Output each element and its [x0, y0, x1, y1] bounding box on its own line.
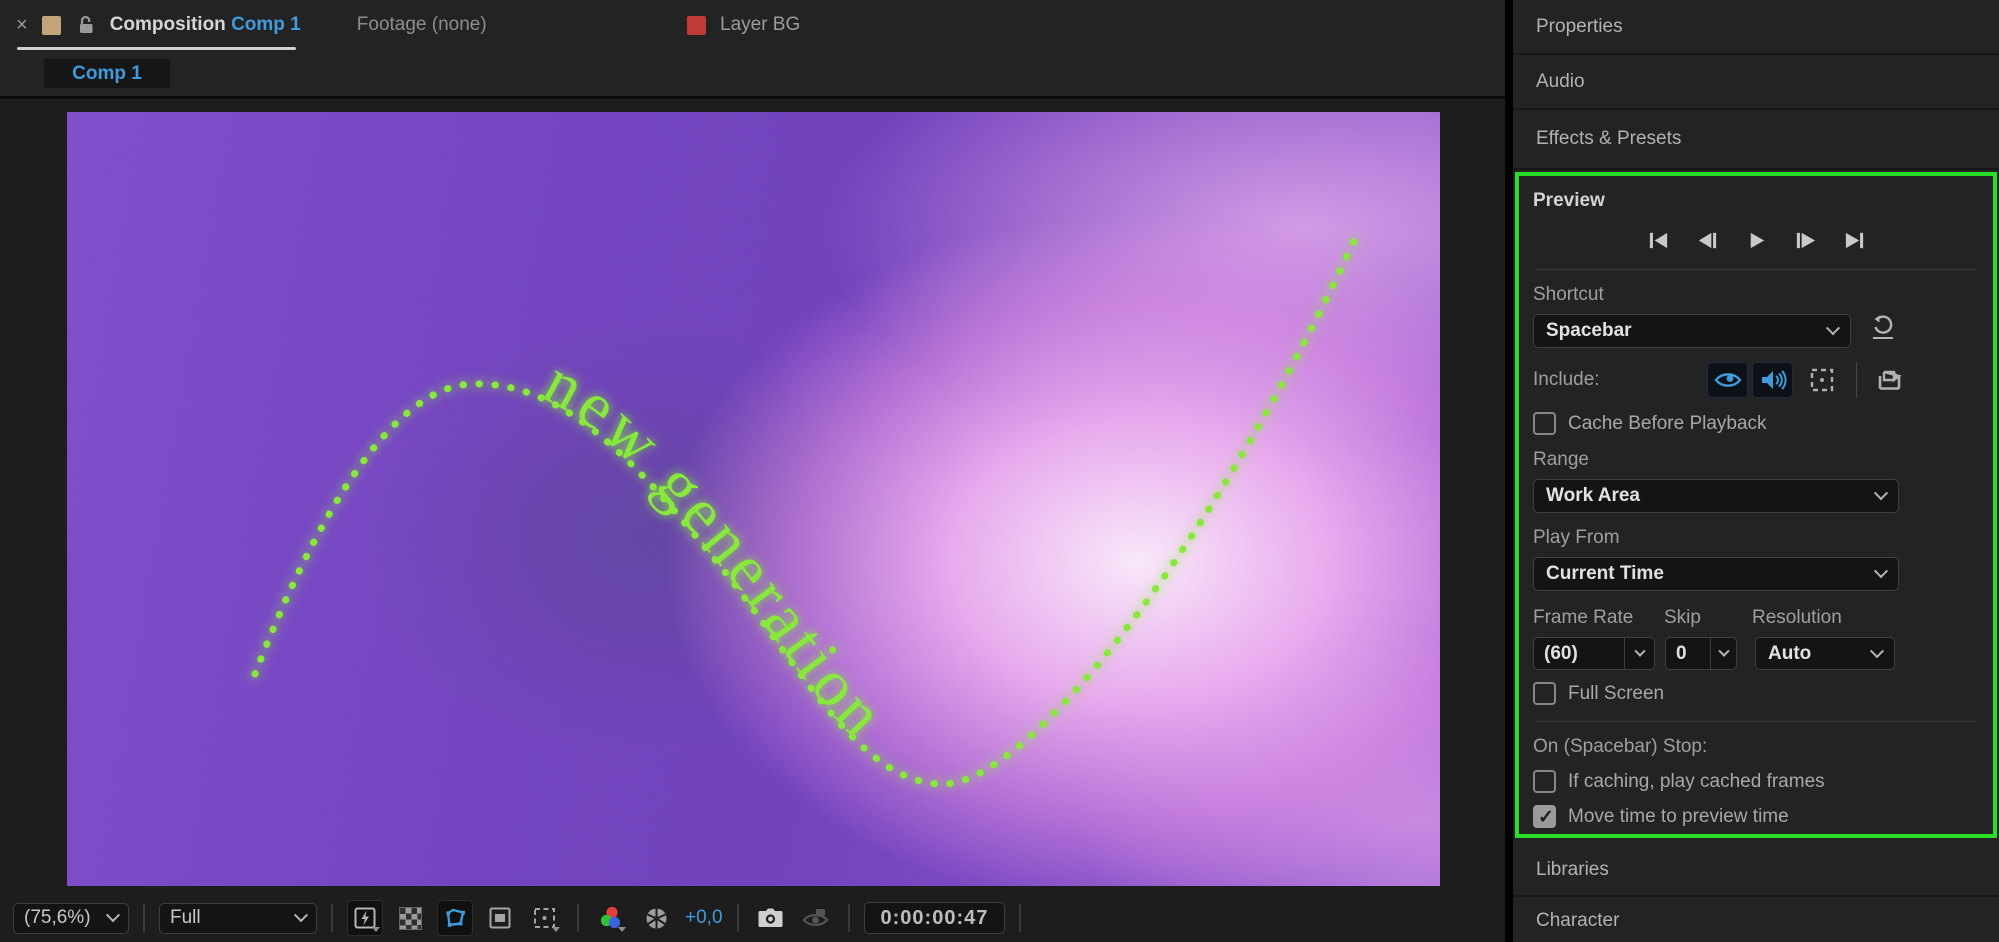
divider — [1856, 363, 1857, 397]
shortcut-label: Shortcut — [1533, 284, 1604, 305]
region-of-interest-icon[interactable] — [482, 900, 518, 936]
next-frame-button[interactable] — [1793, 228, 1818, 253]
viewer-tab-bar: × Composition Comp 1 Footage (none) Laye — [0, 0, 1505, 99]
fast-previews-icon[interactable] — [347, 900, 383, 936]
dropdown-corner-triangle — [372, 927, 380, 932]
previous-frame-button[interactable] — [1695, 228, 1720, 253]
first-frame-button[interactable] — [1646, 228, 1671, 253]
divider — [1535, 721, 1977, 722]
chevron-down-icon — [1825, 321, 1841, 336]
exposure-aperture-icon[interactable] — [638, 900, 674, 936]
panel-tab-libraries[interactable]: Libraries — [1513, 844, 1999, 897]
range-dropdown[interactable]: Work Area — [1533, 479, 1899, 513]
toolbar-divider — [1019, 904, 1022, 932]
transparency-grid-icon[interactable] — [392, 900, 428, 936]
tab-footage[interactable]: Footage (none) — [357, 14, 487, 36]
chevron-down-icon — [105, 908, 121, 923]
include-label: Include: — [1533, 369, 1600, 390]
chevron-down-icon — [1873, 486, 1889, 501]
toolbar-divider — [847, 904, 850, 932]
chevron-down-icon[interactable] — [1711, 637, 1737, 670]
layer-color-swatch — [687, 15, 706, 35]
play-button[interactable] — [1744, 228, 1769, 253]
chevron-down-icon[interactable] — [1625, 637, 1655, 670]
exposure-value[interactable]: +0,0 — [685, 907, 723, 929]
full-screen-checkbox[interactable] — [1533, 682, 1556, 705]
panel-tab-properties[interactable]: Properties — [1513, 0, 1999, 55]
chevron-down-icon — [293, 908, 309, 923]
frame-rate-label: Frame Rate — [1533, 607, 1634, 628]
frame-rate-combo[interactable]: (60) — [1533, 637, 1655, 670]
toolbar-divider — [331, 904, 333, 932]
unlock-icon[interactable] — [77, 15, 96, 35]
panel-tab-audio[interactable]: Audio — [1513, 55, 1999, 110]
close-panel-icon[interactable]: × — [16, 15, 28, 35]
show-channel-rgb-icon[interactable] — [593, 900, 629, 936]
if-caching-row[interactable]: If caching, play cached frames — [1533, 770, 1979, 793]
dropdown-corner-triangle — [618, 927, 626, 932]
current-time-display[interactable]: 0:00:00:47 — [863, 902, 1006, 934]
chevron-down-icon — [1873, 564, 1889, 579]
composition-viewer-panel: × Composition Comp 1 Footage (none) Laye — [0, 0, 1505, 942]
resolution-dropdown[interactable]: Full — [159, 902, 317, 934]
move-time-row[interactable]: Move time to preview time — [1533, 805, 1979, 829]
active-tab-underline — [17, 47, 296, 50]
tab-layer[interactable]: Layer BG — [687, 0, 800, 50]
magnification-dropdown[interactable]: (75,6%) — [13, 902, 129, 934]
play-from-dropdown[interactable]: Current Time — [1533, 557, 1899, 591]
toolbar-divider — [736, 904, 739, 932]
composition-canvas[interactable]: new generation — [67, 112, 1440, 886]
play-from-label: Play From — [1533, 527, 1620, 548]
panel-tab-character[interactable]: Character — [1513, 897, 1999, 942]
right-dock: Properties Audio Effects & Presets Previ… — [1513, 0, 1999, 942]
cache-before-playback-row[interactable]: Cache Before Playback — [1533, 412, 1979, 435]
shortcut-dropdown[interactable]: Spacebar — [1533, 314, 1851, 348]
preview-panel: Preview Shortcut Spacebar Include: Cache… — [1515, 172, 1997, 838]
after-effects-window: × Composition Comp 1 Footage (none) Laye — [0, 0, 1999, 942]
comp-1-viewer-tab[interactable]: Comp 1 — [44, 59, 170, 88]
dropdown-corner-triangle — [552, 927, 560, 932]
export-icon[interactable] — [1869, 362, 1910, 398]
cache-before-playback-checkbox[interactable] — [1533, 412, 1556, 435]
resolution-preview-dropdown[interactable]: Auto — [1755, 637, 1895, 670]
composition-name: Comp 1 — [231, 14, 301, 35]
toolbar-divider — [143, 904, 145, 932]
range-label: Range — [1533, 449, 1589, 470]
reset-settings-icon[interactable] — [1871, 315, 1895, 339]
resolution-label: Resolution — [1752, 607, 1842, 628]
toolbar-divider — [577, 904, 579, 932]
chevron-down-icon — [1869, 643, 1885, 658]
transport-controls — [1533, 228, 1979, 253]
divider — [1535, 269, 1977, 270]
mask-visibility-icon[interactable] — [437, 900, 473, 936]
composition-color-swatch — [41, 15, 61, 35]
show-snapshot-icon[interactable] — [798, 900, 834, 936]
on-stop-label: On (Spacebar) Stop: — [1533, 736, 1708, 757]
include-overlays-icon[interactable] — [1801, 362, 1842, 398]
preview-panel-title: Preview — [1533, 190, 1605, 211]
take-snapshot-icon[interactable] — [753, 900, 789, 936]
skip-combo[interactable]: 0 — [1665, 637, 1737, 670]
full-screen-row[interactable]: Full Screen — [1533, 682, 1979, 705]
if-caching-checkbox[interactable] — [1533, 770, 1556, 793]
skip-label: Skip — [1664, 607, 1701, 628]
last-frame-button[interactable] — [1842, 228, 1867, 253]
move-time-checkbox[interactable] — [1533, 805, 1556, 829]
panel-tab-effects-presets[interactable]: Effects & Presets — [1513, 110, 1999, 170]
grid-guides-options-icon[interactable] — [527, 900, 563, 936]
include-video-eye-icon[interactable] — [1707, 362, 1748, 398]
tab-composition[interactable]: Composition Comp 1 — [110, 14, 301, 36]
viewer-toolbar: (75,6%) Full +0,0 0:00:00:47 — [0, 894, 1505, 942]
film-grain-overlay — [67, 112, 1440, 886]
include-audio-speaker-icon[interactable] — [1752, 362, 1793, 398]
